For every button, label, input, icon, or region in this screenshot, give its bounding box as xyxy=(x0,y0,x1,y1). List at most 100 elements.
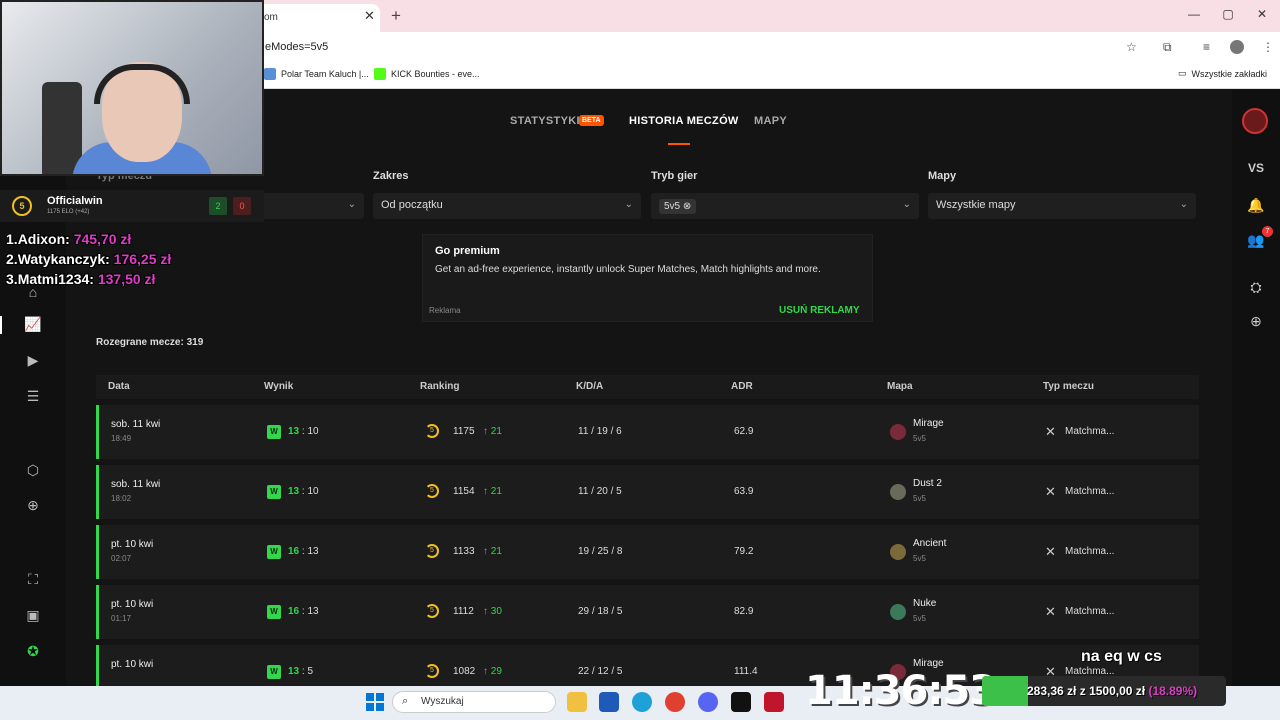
match-score: 16 : 13 xyxy=(288,546,319,557)
list-icon[interactable]: ☰ xyxy=(24,388,42,406)
elo-delta: ↑ 29 xyxy=(483,666,502,677)
table-row[interactable]: sob. 11 kwi 18:02 W 13 : 10 5 1154 ↑ 21 … xyxy=(96,465,1199,519)
match-score: 13 : 10 xyxy=(288,486,319,497)
tab-title: om xyxy=(264,12,278,23)
add-icon[interactable]: ⊕ xyxy=(24,497,42,515)
matchmaking-icon: ✕ xyxy=(1045,544,1056,559)
file-explorer-icon[interactable] xyxy=(567,692,587,712)
more-icon[interactable]: ⋮ xyxy=(1262,40,1274,54)
beta-badge: BETA xyxy=(579,115,604,126)
video-icon[interactable]: ▶ xyxy=(24,352,42,370)
party-icon[interactable]: ⛭ xyxy=(1246,279,1266,296)
match-time: 02:07 xyxy=(111,554,132,563)
matchmaking-icon: ✕ xyxy=(1045,424,1056,439)
col-date: Data xyxy=(108,381,130,392)
chrome-icon[interactable] xyxy=(665,692,685,712)
mode-filter-label: Tryb gier xyxy=(651,170,698,182)
minimize-icon[interactable]: — xyxy=(1182,7,1206,21)
level-icon: 5 xyxy=(425,424,439,438)
match-type: Matchma... xyxy=(1065,486,1115,497)
store-icon[interactable] xyxy=(599,692,619,712)
match-date: sob. 11 kwi xyxy=(111,419,161,430)
mirage-map-icon xyxy=(890,424,906,440)
focus-icon[interactable]: ⛶ xyxy=(24,571,42,589)
donation-goal-text: 283,36 zł z 1500,00 zł (18.89%) xyxy=(1027,684,1198,698)
mode-filter-select[interactable]: 5v5 ⊗ ⌄ xyxy=(651,193,919,219)
col-type: Typ meczu xyxy=(1043,381,1094,392)
tab-mapy[interactable]: MAPY xyxy=(754,115,787,127)
close-window-icon[interactable]: ✕ xyxy=(1250,7,1274,21)
bell-icon[interactable]: 🔔 xyxy=(1246,197,1266,214)
shield-icon[interactable]: ⬡ xyxy=(24,462,42,480)
match-type: Matchma... xyxy=(1065,546,1115,557)
match-date: sob. 11 kwi xyxy=(111,479,161,490)
table-row[interactable]: sob. 11 kwi 18:49 W 13 : 10 5 1175 ↑ 21 … xyxy=(96,405,1199,459)
user-avatar[interactable] xyxy=(1242,108,1268,134)
bookmarks-folder[interactable]: ▭ Wszystkie zakładki xyxy=(1178,68,1267,79)
extensions-icon[interactable]: ⧉ xyxy=(1163,40,1172,55)
kda: 22 / 12 / 5 xyxy=(578,666,623,677)
taskbar-search[interactable]: Wyszukaj xyxy=(392,691,556,713)
table-row[interactable]: pt. 10 kwi 02:07 W 16 : 13 5 1133 ↑ 21 1… xyxy=(96,525,1199,579)
elo-delta: ↑ 21 xyxy=(483,426,502,437)
profile-avatar[interactable] xyxy=(1230,40,1244,54)
adr: 111.4 xyxy=(734,666,758,677)
ad-text: Get an ad-free experience, instantly unl… xyxy=(435,264,821,275)
discord-icon[interactable] xyxy=(698,692,718,712)
kda: 29 / 18 / 5 xyxy=(578,606,623,617)
chip-remove-icon[interactable]: ⊗ xyxy=(683,201,691,212)
right-nav xyxy=(1232,90,1280,686)
edge-icon[interactable] xyxy=(632,692,652,712)
url-field[interactable]: eModes=5v5 xyxy=(265,41,328,53)
windows-start-icon[interactable] xyxy=(366,693,384,711)
queue-icon[interactable]: ≡ xyxy=(1203,40,1210,54)
range-filter-select[interactable]: Od początku ⌄ xyxy=(373,193,641,219)
tab-statystyki[interactable]: STATYSTYKI xyxy=(510,115,580,127)
matchmaking-icon: ✕ xyxy=(1045,604,1056,619)
maps-filter-label: Mapy xyxy=(928,170,957,182)
donor-1: 1.Adixon: 745,70 zł xyxy=(6,231,132,247)
elo: 1175 xyxy=(453,426,475,437)
browser-tab[interactable]: om xyxy=(254,4,380,32)
map-mode: 5v5 xyxy=(913,554,926,563)
bookmark-kick[interactable]: KICK Bounties - eve... xyxy=(374,68,480,80)
shop-icon[interactable]: ▣ xyxy=(24,607,42,625)
maximize-icon[interactable]: ▢ xyxy=(1216,7,1240,21)
close-tab-icon[interactable]: ✕ xyxy=(364,8,375,24)
table-header xyxy=(96,375,1199,399)
matches-played: Rozegrane mecze: 319 xyxy=(96,337,204,348)
match-type: Matchma... xyxy=(1065,606,1115,617)
kda: 11 / 20 / 5 xyxy=(578,486,622,497)
map-name: Dust 2 xyxy=(913,478,942,489)
player-name: Officialwin xyxy=(47,195,103,207)
map-name: Nuke xyxy=(913,598,937,609)
stats-icon[interactable]: 📈 xyxy=(24,316,42,334)
tab-historia-meczow[interactable]: HISTORIA MECZÓW xyxy=(629,115,739,127)
star-icon[interactable]: ☆ xyxy=(1126,40,1137,54)
premium-icon[interactable]: ✪ xyxy=(24,643,42,661)
chevron-down-icon: ⌄ xyxy=(347,199,356,210)
remove-ads-button[interactable]: USUŃ REKLAMY xyxy=(779,305,860,316)
col-map: Mapa xyxy=(887,381,913,392)
add-friend-icon[interactable]: ⊕ xyxy=(1246,313,1266,330)
tiktok-icon[interactable] xyxy=(731,692,751,712)
elo: 1154 xyxy=(453,486,475,497)
adr: 79.2 xyxy=(734,546,754,557)
stream-caption: na eq w cs xyxy=(1081,648,1162,665)
mode-chip[interactable]: 5v5 ⊗ xyxy=(659,199,697,214)
new-tab-icon[interactable]: + xyxy=(391,6,401,26)
matchmaking-icon: ✕ xyxy=(1045,484,1056,499)
match-type: Matchma... xyxy=(1065,426,1115,437)
acrobat-icon[interactable] xyxy=(764,692,784,712)
win-badge: W xyxy=(267,605,281,619)
table-row[interactable]: pt. 10 kwi 01:17 W 16 : 13 5 1112 ↑ 30 2… xyxy=(96,585,1199,639)
elo-delta: ↑ 30 xyxy=(483,606,502,617)
vs-button[interactable]: VS xyxy=(1246,161,1266,175)
player-elo: 1175 ELO (+42) xyxy=(47,209,90,215)
match-date: pt. 10 kwi xyxy=(111,599,154,610)
bookmark-polar[interactable]: Polar Team Kaluch |... xyxy=(264,68,369,80)
ancient-map-icon xyxy=(890,544,906,560)
session-losses: 0 xyxy=(233,197,251,215)
level-icon: 5 xyxy=(425,604,439,618)
maps-filter-select[interactable]: Wszystkie mapy ⌄ xyxy=(928,193,1196,219)
